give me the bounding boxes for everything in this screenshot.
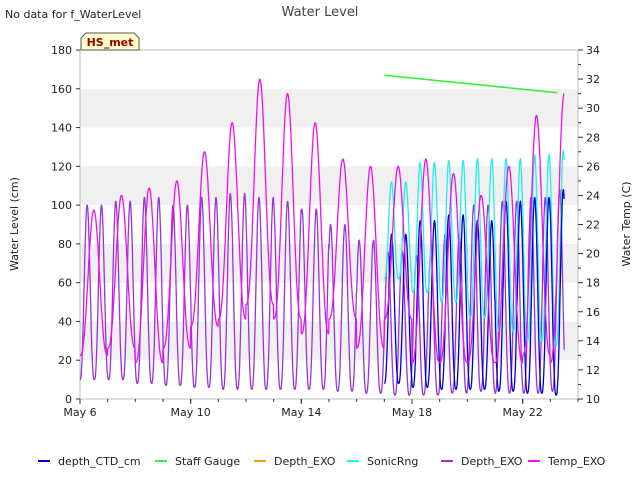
legend-label: Temp_EXO (547, 455, 606, 468)
y2-tick-label: 18 (586, 277, 600, 290)
y-tick-label: 160 (51, 83, 72, 96)
y2-tick-label: 26 (586, 160, 600, 173)
y2-tick-label: 10 (586, 393, 600, 406)
y2-tick-label: 34 (586, 44, 600, 57)
y-tick-label: 180 (51, 44, 72, 57)
y2-axis-label: Water Temp (C) (620, 181, 633, 266)
y-tick-label: 140 (51, 122, 72, 135)
y2-tick-label: 24 (586, 189, 600, 202)
x-tick-label: May 14 (281, 406, 321, 419)
y2-tick-label: 20 (586, 248, 600, 261)
legend-label: Depth_EXO (274, 455, 336, 468)
grid-band (80, 166, 578, 206)
y-axis-right: 10 12 14 16 18 20 22 24 26 28 30 32 34 (578, 44, 600, 406)
y2-tick-label: 22 (586, 219, 600, 232)
y2-tick-label: 16 (586, 306, 600, 319)
no-data-note: No data for f_WaterLevel (5, 8, 141, 21)
y-tick-label: 40 (58, 315, 72, 328)
legend-label: Depth_EXO (461, 455, 523, 468)
legend-label: SonicRng (367, 455, 418, 468)
grid-band (80, 127, 578, 167)
y2-tick-label: 12 (586, 364, 600, 377)
legend-label: depth_CTD_cm (58, 455, 141, 468)
y2-tick-label: 32 (586, 73, 600, 86)
chart-title: Water Level (282, 5, 359, 20)
legend: depth_CTD_cm Staff Gauge Depth_EXO SonicRng… (38, 455, 606, 468)
grid-band (80, 88, 578, 128)
x-axis: May 6 May 10 May 14 May 18 May 22 (63, 399, 579, 419)
y-tick-label: 100 (51, 199, 72, 212)
y-tick-label: 60 (58, 277, 72, 290)
station-badge-label: HS_met (87, 36, 134, 49)
y2-tick-label: 28 (586, 131, 600, 144)
station-badge: HS_met (80, 32, 140, 51)
y-axis-label: Water Level (cm) (8, 177, 21, 271)
y-tick-label: 0 (65, 393, 72, 406)
x-tick-label: May 18 (392, 406, 432, 419)
y-tick-label: 80 (58, 238, 72, 251)
y2-tick-label: 30 (586, 102, 600, 115)
x-tick-label: May 6 (63, 406, 96, 419)
y-axis-left: 0 20 40 60 80 100 120 140 160 180 (51, 44, 80, 406)
grid-band (80, 360, 578, 399)
legend-label: Staff Gauge (175, 455, 240, 468)
y2-tick-label: 14 (586, 335, 600, 348)
y-tick-label: 20 (58, 354, 72, 367)
x-tick-label: May 22 (503, 406, 543, 419)
y-tick-label: 120 (51, 160, 72, 173)
x-tick-label: May 10 (171, 406, 211, 419)
water-level-chart: 0 20 40 60 80 100 120 140 160 180 10 12 14 16 18 20 22 2… (5, 5, 633, 468)
grid-band (80, 50, 578, 89)
